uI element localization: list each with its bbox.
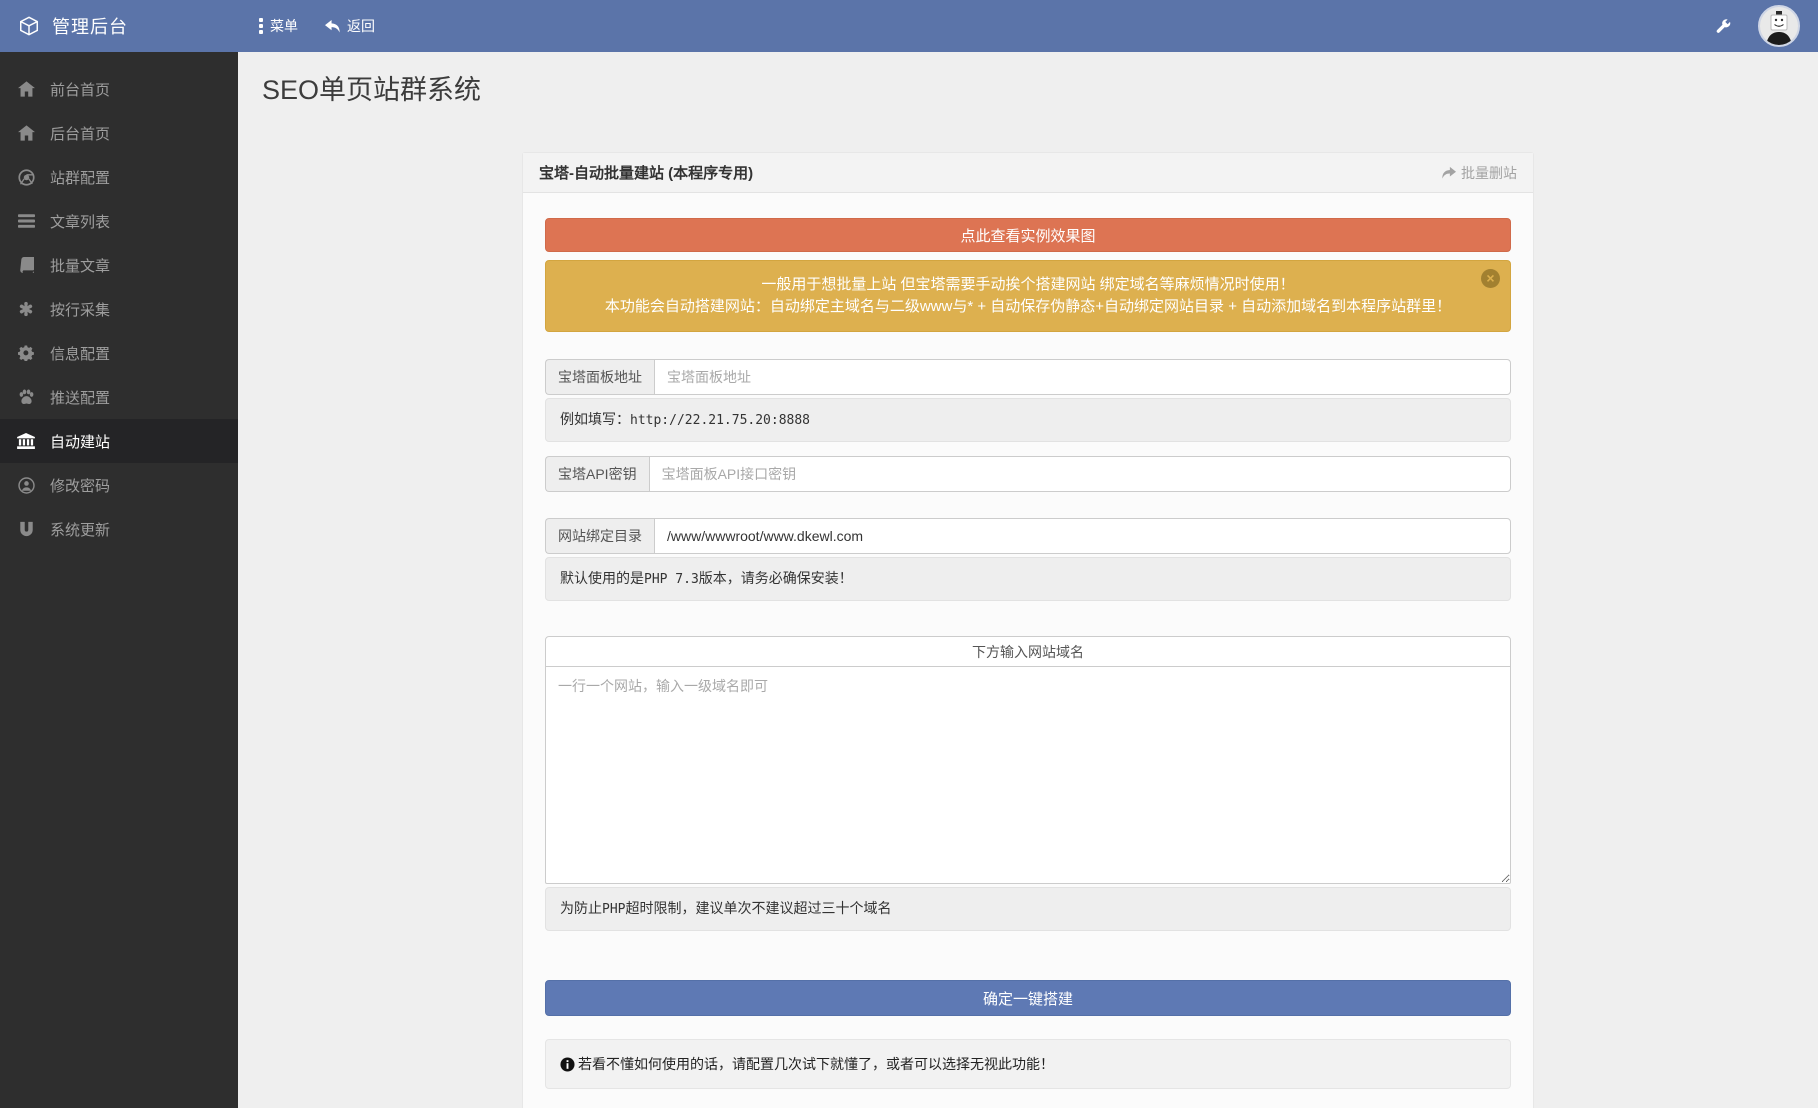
topbar: 管理后台 菜单 返回	[0, 0, 1818, 52]
sidebar-item-label: 站群配置	[50, 167, 110, 188]
sidebar-item-label: 推送配置	[50, 387, 110, 408]
book-icon	[16, 256, 36, 274]
footer-note-text: 若看不懂如何使用的话，请配置几次试下就懂了，或者可以选择无视此功能！	[578, 1054, 1054, 1074]
api-key-group: 宝塔API密钥	[545, 456, 1511, 492]
brand-title: 管理后台	[52, 13, 128, 39]
help-code: PHP 7.3	[644, 572, 699, 587]
panel-body: 点此查看实例效果图 × 一般用于想批量上站 但宝塔需要手动挨个搭建网站 绑定域名…	[523, 193, 1533, 1108]
user-circle-icon	[16, 476, 36, 494]
menu-button[interactable]: 菜单	[258, 16, 298, 36]
sidebar-item-label: 文章列表	[50, 211, 110, 232]
back-arrow-icon	[324, 19, 341, 34]
sidebar-item-label: 按行采集	[50, 299, 110, 320]
help-text: 为防止	[560, 900, 602, 916]
view-example-button[interactable]: 点此查看实例效果图	[545, 218, 1511, 252]
chrome-icon	[16, 168, 36, 186]
sidebar-item-info-config[interactable]: 信息配置	[0, 331, 238, 375]
sidebar-item-label: 修改密码	[50, 475, 110, 496]
panel-url-input[interactable]	[654, 359, 1511, 395]
sidebar: 前台首页 后台首页 站群配置 文章列表	[0, 52, 238, 1108]
usage-alert: × 一般用于想批量上站 但宝塔需要手动挨个搭建网站 绑定域名等麻烦情况时使用！ …	[545, 260, 1511, 332]
help-text: 超时限制，建议单次不建议超过三十个域名	[625, 900, 891, 916]
sidebar-item-auto-build[interactable]: 自动建站	[0, 419, 238, 463]
panel-title: 宝塔-自动批量建站 (本程序专用)	[539, 162, 753, 183]
back-button[interactable]: 返回	[324, 16, 375, 36]
brand[interactable]: 管理后台	[18, 13, 240, 39]
bank-icon	[16, 432, 36, 450]
sidebar-item-batch-articles[interactable]: 批量文章	[0, 243, 238, 287]
user-avatar[interactable]	[1758, 5, 1800, 47]
sidebar-item-change-password[interactable]: 修改密码	[0, 463, 238, 507]
menu-dots-icon	[258, 18, 264, 34]
panel-footer-note: 若看不懂如何使用的话，请配置几次试下就懂了，或者可以选择无视此功能！	[545, 1039, 1511, 1089]
sidebar-item-admin-home[interactable]: 后台首页	[0, 111, 238, 155]
submit-build-button[interactable]: 确定一键搭建	[545, 980, 1511, 1016]
wrench-icon[interactable]	[1715, 18, 1732, 35]
home-icon	[16, 124, 36, 142]
bind-dir-group: 网站绑定目录	[545, 518, 1511, 554]
help-text: 版本，请务必确保安装！	[699, 570, 853, 586]
help-text: 例如填写：	[560, 411, 630, 427]
sidebar-item-sitegroup-config[interactable]: 站群配置	[0, 155, 238, 199]
topbar-nav: 菜单 返回	[258, 16, 375, 36]
panel-header: 宝塔-自动批量建站 (本程序专用) 批量删站	[523, 153, 1533, 193]
menu-label: 菜单	[270, 16, 298, 36]
domains-textarea[interactable]	[545, 666, 1511, 884]
sidebar-item-label: 自动建站	[50, 431, 110, 452]
sidebar-item-label: 后台首页	[50, 123, 110, 144]
batch-delete-label: 批量删站	[1461, 163, 1517, 183]
domains-header: 下方输入网站域名	[545, 636, 1511, 667]
help-code: http://22.21.75.20:8888	[630, 413, 810, 428]
page-title: SEO单页站群系统	[262, 68, 1818, 107]
help-code: PHP	[602, 902, 625, 917]
panel-url-help: 例如填写：http://22.21.75.20:8888	[545, 398, 1511, 442]
main-content: SEO单页站群系统 宝塔-自动批量建站 (本程序专用) 批量删站 点此查看实例效…	[238, 52, 1818, 1108]
bind-dir-help: 默认使用的是PHP 7.3版本，请务必确保安装！	[545, 557, 1511, 601]
batch-delete-button[interactable]: 批量删站	[1441, 163, 1517, 183]
help-text: 默认使用的是	[560, 570, 644, 586]
sidebar-item-front-home[interactable]: 前台首页	[0, 67, 238, 111]
sidebar-item-article-list[interactable]: 文章列表	[0, 199, 238, 243]
sidebar-item-label: 系统更新	[50, 519, 110, 540]
api-key-input[interactable]	[649, 456, 1511, 492]
sidebar-item-label: 批量文章	[50, 255, 110, 276]
forward-arrow-icon	[1441, 166, 1457, 180]
info-circle-icon	[560, 1057, 575, 1072]
cube-logo-icon	[18, 15, 40, 37]
topbar-right	[1715, 5, 1800, 47]
list-icon	[16, 212, 36, 230]
gear-icon	[16, 344, 36, 362]
sidebar-item-label: 信息配置	[50, 343, 110, 364]
build-panel: 宝塔-自动批量建站 (本程序专用) 批量删站 点此查看实例效果图 × 一般用于想…	[522, 152, 1534, 1108]
domains-help: 为防止PHP超时限制，建议单次不建议超过三十个域名	[545, 887, 1511, 931]
sidebar-item-push-config[interactable]: 推送配置	[0, 375, 238, 419]
alert-line2: 本功能会自动搭建网站：自动绑定主域名与二级www与* + 自动保存伪静态+自动绑…	[592, 296, 1464, 318]
panel-url-label: 宝塔面板地址	[545, 359, 654, 395]
alert-line1: 一般用于想批量上站 但宝塔需要手动挨个搭建网站 绑定域名等麻烦情况时使用！	[592, 274, 1464, 296]
sidebar-item-system-update[interactable]: 系统更新	[0, 507, 238, 551]
bind-dir-input[interactable]	[654, 518, 1511, 554]
alert-close-icon[interactable]: ×	[1481, 269, 1500, 288]
sidebar-item-label: 前台首页	[50, 79, 110, 100]
update-u-icon	[16, 520, 36, 538]
home-icon	[16, 80, 36, 98]
sidebar-item-line-collect[interactable]: 按行采集	[0, 287, 238, 331]
back-label: 返回	[347, 16, 375, 36]
bind-dir-label: 网站绑定目录	[545, 518, 654, 554]
api-key-label: 宝塔API密钥	[545, 456, 649, 492]
panel-url-group: 宝塔面板地址	[545, 359, 1511, 395]
paw-icon	[16, 388, 36, 406]
asterisk-icon	[16, 300, 36, 318]
